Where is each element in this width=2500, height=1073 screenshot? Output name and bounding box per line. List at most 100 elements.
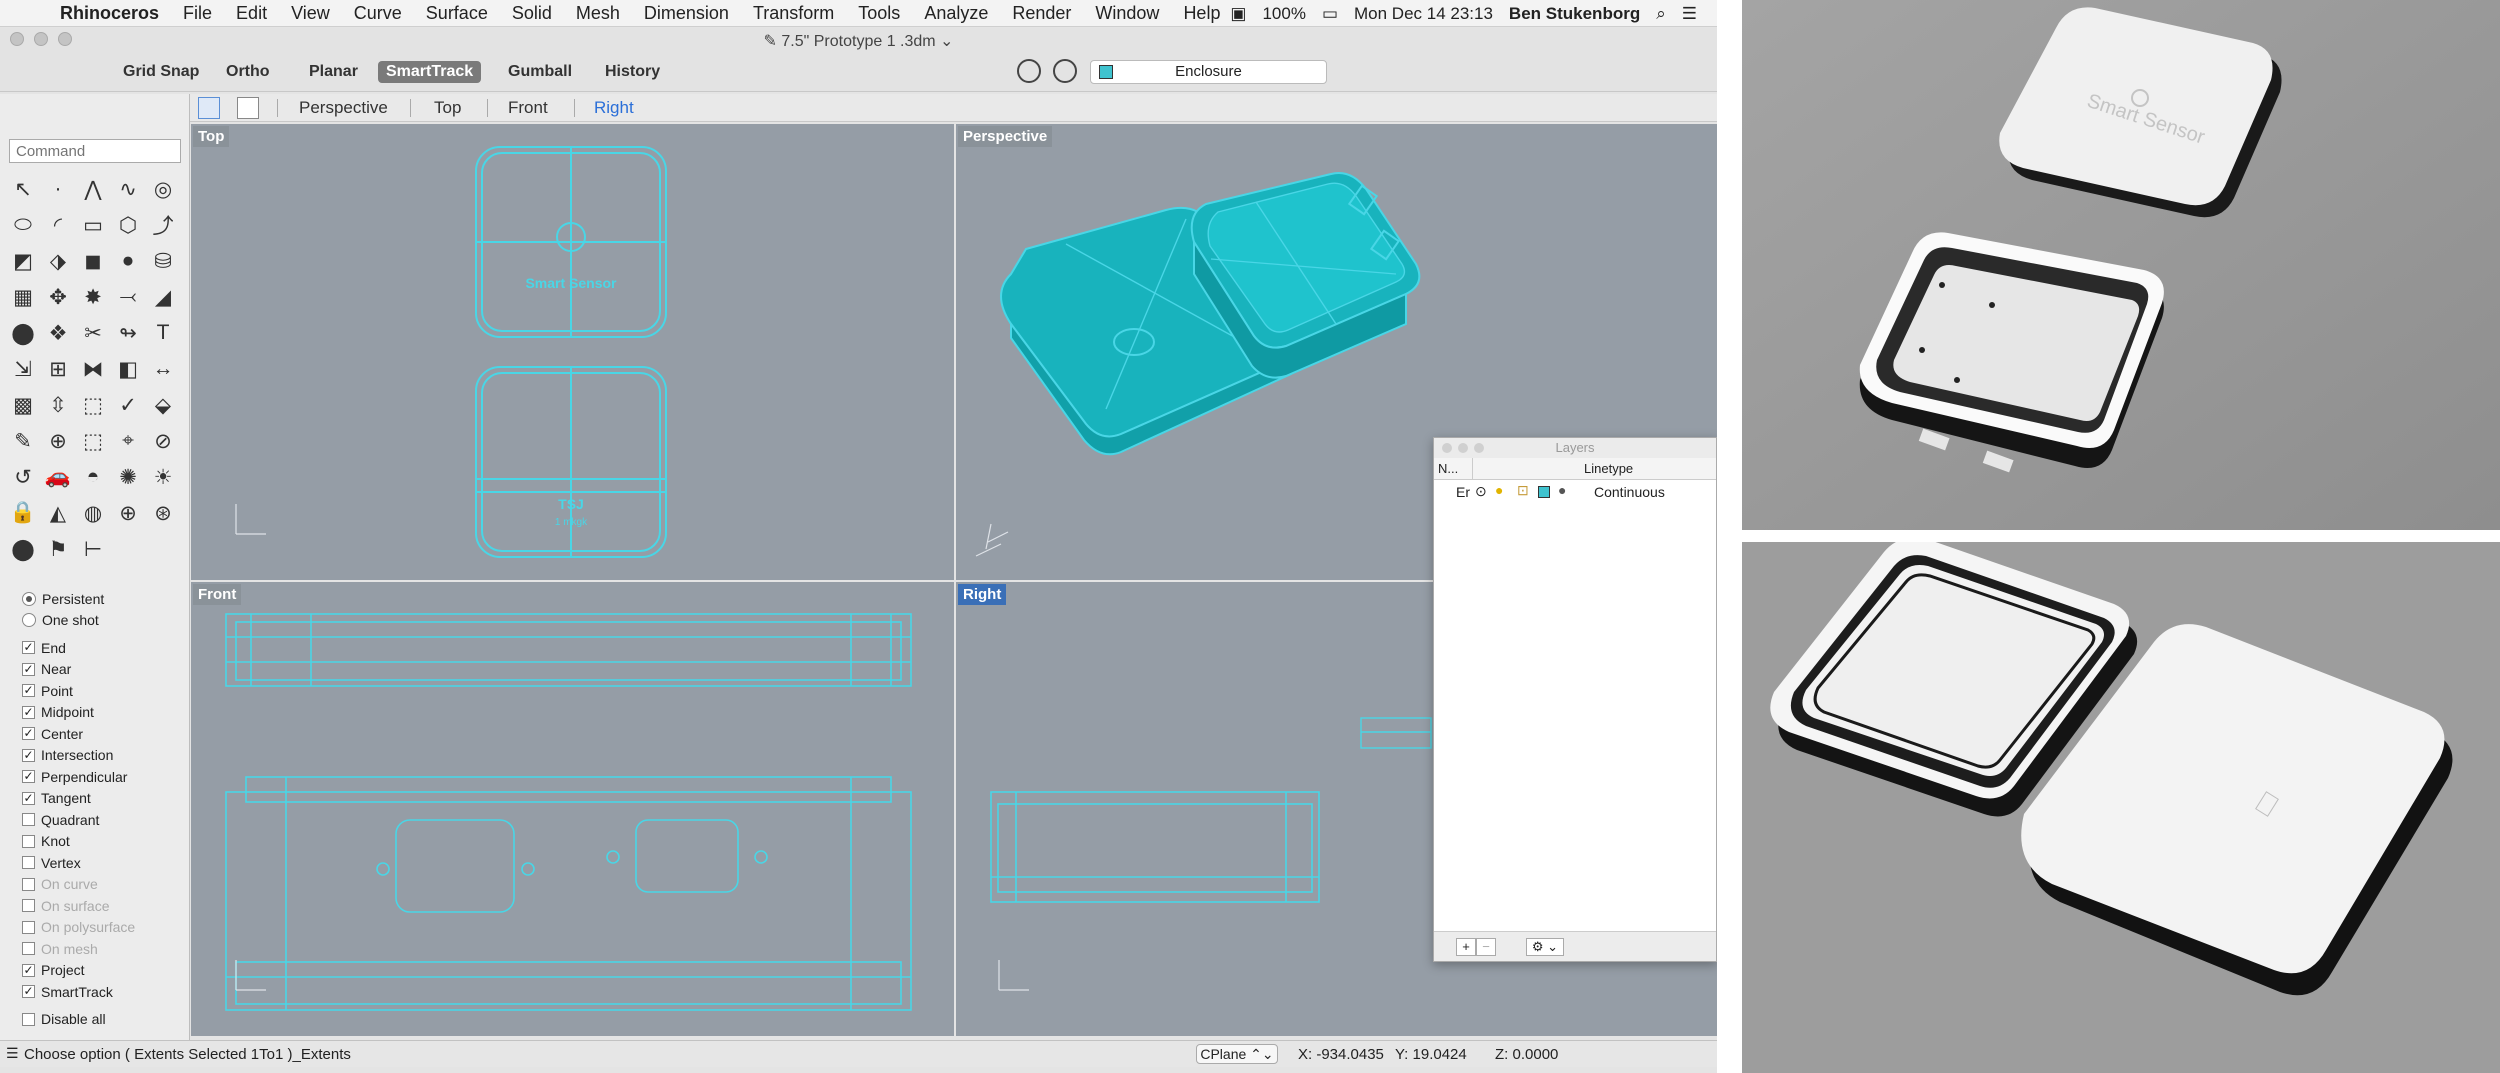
menu-edit[interactable]: Edit (224, 3, 279, 24)
radio-one-shot[interactable] (22, 613, 36, 628)
clock[interactable]: Mon Dec 14 23:13 (1354, 4, 1493, 24)
shaded-box-icon[interactable]: ◧ (113, 354, 143, 384)
menu-window[interactable]: Window (1083, 3, 1171, 24)
notification-center-icon[interactable]: ☰ (1682, 4, 1697, 24)
surface-icon[interactable]: ◩ (8, 246, 38, 276)
group-icon[interactable]: ⬤ (8, 318, 38, 348)
polyline-icon[interactable]: ⋀ (78, 174, 108, 204)
viewport-label-front[interactable]: Front (193, 584, 242, 605)
smarttrack-toggle[interactable]: SmartTrack (378, 61, 482, 83)
tab-perspective[interactable]: Perspective (299, 98, 388, 118)
sun-icon[interactable]: ✺ (113, 462, 143, 492)
history-toggle[interactable]: History (597, 61, 668, 83)
material-icon[interactable]: ◭ (43, 498, 73, 528)
render-icon[interactable]: ◓ (78, 462, 108, 492)
remove-layer-button[interactable]: − (1476, 938, 1496, 956)
zoom-icon[interactable]: ⊕ (43, 426, 73, 456)
menu-app-name[interactable]: Rhinoceros (48, 3, 171, 24)
battery-status[interactable]: 100% (1262, 4, 1305, 24)
command-history-icon[interactable]: ☰ (6, 1045, 19, 1062)
viewport-label-perspective[interactable]: Perspective (958, 126, 1053, 147)
osnap-checkbox[interactable]: ✓ (22, 641, 35, 655)
osnap-item[interactable]: ✓ Project (22, 960, 135, 982)
text-icon[interactable]: T (148, 318, 178, 348)
osnap-item[interactable]: ✓ Point (22, 680, 135, 702)
color-wheel-icon[interactable]: ◍ (78, 498, 108, 528)
grid-array-icon[interactable]: ▩ (8, 390, 38, 420)
trim-icon[interactable]: ✂ (78, 318, 108, 348)
osnap-item[interactable]: ✓ SmartTrack (22, 981, 135, 1003)
light-bulb-icon[interactable]: ● (1495, 482, 1503, 498)
menu-tools[interactable]: Tools (846, 3, 912, 24)
render-sphere-icon[interactable]: ⬤ (8, 534, 38, 564)
polygon-icon[interactable]: ⬡ (113, 210, 143, 240)
point-icon[interactable]: · (43, 174, 73, 204)
osnap-checkbox[interactable]: ✓ (22, 705, 35, 719)
osnap-mode-one-shot[interactable]: One shot (22, 610, 135, 632)
boolean-icon[interactable]: ✥ (43, 282, 73, 312)
osnap-checkbox[interactable]: ✓ (22, 684, 35, 698)
spotlight-search-icon[interactable]: ⌕ (1656, 4, 1666, 24)
ortho-toggle[interactable]: Ortho (218, 61, 278, 83)
ellipse-icon[interactable]: ⬭ (8, 210, 38, 240)
layers-col-linetype[interactable]: Linetype (1584, 461, 1633, 476)
osnap-checkbox[interactable] (22, 856, 35, 870)
layer-row[interactable]: Er ⊙ ● ⊡ ● Continuous (1434, 480, 1716, 504)
zoom-window-icon[interactable]: ⬚ (78, 426, 108, 456)
zoom-extents-icon[interactable]: ⌖ (113, 426, 143, 456)
explode-icon[interactable]: ✸ (78, 282, 108, 312)
extrude-icon[interactable]: ⬗ (43, 246, 73, 276)
menu-file[interactable]: File (171, 3, 224, 24)
box-icon[interactable]: ◼ (78, 246, 108, 276)
zoom-selected-icon[interactable]: ⊘ (148, 426, 178, 456)
layer-linetype[interactable]: Continuous (1594, 484, 1665, 500)
osnap-item[interactable]: On mesh (22, 938, 135, 960)
curve-icon[interactable]: ∿ (113, 174, 143, 204)
texture-icon[interactable]: ⊛ (148, 498, 178, 528)
osnap-checkbox[interactable] (22, 1012, 35, 1026)
tab-right[interactable]: Right (594, 98, 634, 118)
arc-icon[interactable]: ◜ (43, 210, 73, 240)
lock-icon[interactable]: ⊡ (1517, 482, 1529, 499)
dimension-tools-icon[interactable]: ⊢ (78, 534, 108, 564)
check-icon[interactable]: ✓ (113, 390, 143, 420)
select-arrow-icon[interactable]: ↖ (8, 174, 38, 204)
osnap-checkbox[interactable]: ✓ (22, 791, 35, 805)
osnap-item[interactable]: ✓ End (22, 637, 135, 659)
cylinder-icon[interactable]: ⛁ (148, 246, 178, 276)
menu-surface[interactable]: Surface (414, 3, 500, 24)
dimension-icon[interactable]: ↔ (148, 354, 178, 384)
osnap-checkbox[interactable]: ✓ (22, 727, 35, 741)
lock-icon[interactable]: 🔒 (8, 498, 38, 528)
layer-current-radio-icon[interactable]: ⊙ (1475, 483, 1487, 500)
transform-icon[interactable]: ⇲ (8, 354, 38, 384)
viewport-label-top[interactable]: Top (193, 126, 230, 147)
osnap-item[interactable]: ✓ Center (22, 723, 135, 745)
fillet-curve-icon[interactable]: ⤴ (148, 210, 178, 240)
analyze-icon[interactable]: ⬙ (148, 390, 178, 420)
menu-solid[interactable]: Solid (500, 3, 564, 24)
osnap-checkbox[interactable] (22, 920, 35, 934)
menu-transform[interactable]: Transform (741, 3, 846, 24)
menu-view[interactable]: View (279, 3, 342, 24)
osnap-item[interactable]: On curve (22, 874, 135, 896)
layers-zoom-button[interactable] (1474, 443, 1484, 453)
user-name[interactable]: Ben Stukenborg (1509, 4, 1640, 24)
osnap-item[interactable]: ✓ Near (22, 659, 135, 681)
layers-col-name[interactable]: N... (1438, 461, 1458, 476)
osnap-checkbox[interactable] (22, 942, 35, 956)
radio-persistent[interactable] (22, 591, 36, 606)
osnap-checkbox[interactable] (22, 899, 35, 913)
light-bulb-icon[interactable]: ☀ (148, 462, 178, 492)
osnap-checkbox[interactable] (22, 834, 35, 848)
osnap-checkbox[interactable] (22, 813, 35, 827)
paint-icon[interactable]: ✎ (8, 426, 38, 456)
layers-close-button[interactable] (1442, 443, 1452, 453)
osnap-checkbox[interactable]: ✓ (22, 985, 35, 999)
gumball-toggle[interactable]: Gumball (500, 61, 580, 83)
sphere-icon[interactable]: ● (113, 246, 143, 276)
osnap-item[interactable]: ✓ Midpoint (22, 702, 135, 724)
undo-view-icon[interactable]: ↺ (8, 462, 38, 492)
rectangle-icon[interactable]: ▭ (78, 210, 108, 240)
osnap-item[interactable]: Disable all (22, 1009, 135, 1031)
